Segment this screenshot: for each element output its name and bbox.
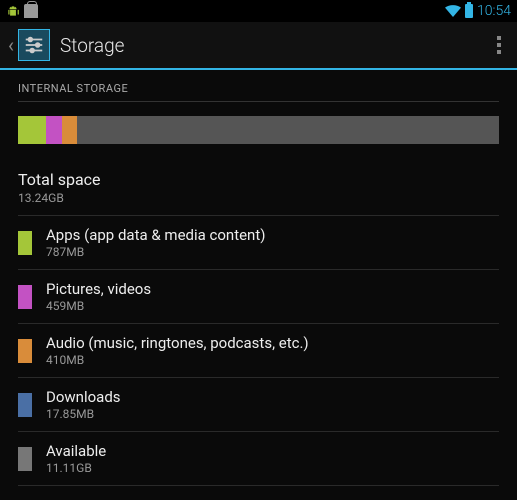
clock: 10:54 (477, 3, 511, 19)
row-title: Available (46, 442, 499, 460)
row-text: Available11.11GB (46, 442, 499, 475)
wifi-icon (445, 5, 461, 17)
swatch-available (18, 447, 32, 471)
total-space-label: Total space (18, 170, 499, 189)
action-bar: ‹ Storage (0, 22, 517, 70)
settings-sliders-icon[interactable] (18, 29, 50, 61)
row-text: Apps (app data & media content)787MB (46, 226, 499, 259)
back-icon[interactable]: ‹ (8, 33, 14, 57)
row-text: Audio (music, ringtones, podcasts, etc.)… (46, 334, 499, 367)
row-title: Pictures, videos (46, 280, 499, 298)
row-value: 17.85MB (46, 407, 499, 421)
usage-bar[interactable] (18, 116, 499, 144)
status-right: 10:54 (445, 3, 511, 19)
content: INTERNAL STORAGE Total space 13.24GB App… (0, 70, 517, 486)
android-icon (6, 3, 20, 19)
storage-row-pictures[interactable]: Pictures, videos459MB (18, 270, 499, 324)
row-value: 11.11GB (46, 461, 499, 475)
bag-icon (24, 4, 38, 18)
swatch-pictures (18, 285, 32, 309)
usage-segment-pictures (46, 116, 62, 144)
row-value: 459MB (46, 299, 499, 313)
swatch-audio (18, 339, 32, 363)
usage-segment-audio (62, 116, 76, 144)
swatch-downloads (18, 393, 32, 417)
storage-row-available[interactable]: Available11.11GB (18, 432, 499, 486)
section-header: INTERNAL STORAGE (18, 70, 499, 102)
row-title: Audio (music, ringtones, podcasts, etc.) (46, 334, 499, 352)
overflow-menu-icon[interactable] (489, 28, 509, 62)
total-space-row[interactable]: Total space 13.24GB (18, 164, 499, 216)
storage-row-audio[interactable]: Audio (music, ringtones, podcasts, etc.)… (18, 324, 499, 378)
usage-segment-apps (18, 116, 46, 144)
usage-segment-remaining (77, 116, 499, 144)
row-value: 410MB (46, 353, 499, 367)
page-title: Storage (60, 34, 489, 57)
status-bar: 10:54 (0, 0, 517, 22)
storage-row-downloads[interactable]: Downloads17.85MB (18, 378, 499, 432)
battery-icon (465, 4, 473, 18)
row-title: Downloads (46, 388, 499, 406)
row-text: Downloads17.85MB (46, 388, 499, 421)
row-text: Pictures, videos459MB (46, 280, 499, 313)
total-space-value: 13.24GB (18, 191, 499, 205)
swatch-apps (18, 231, 32, 255)
row-title: Apps (app data & media content) (46, 226, 499, 244)
row-value: 787MB (46, 245, 499, 259)
storage-row-apps[interactable]: Apps (app data & media content)787MB (18, 216, 499, 270)
status-left (6, 3, 38, 19)
